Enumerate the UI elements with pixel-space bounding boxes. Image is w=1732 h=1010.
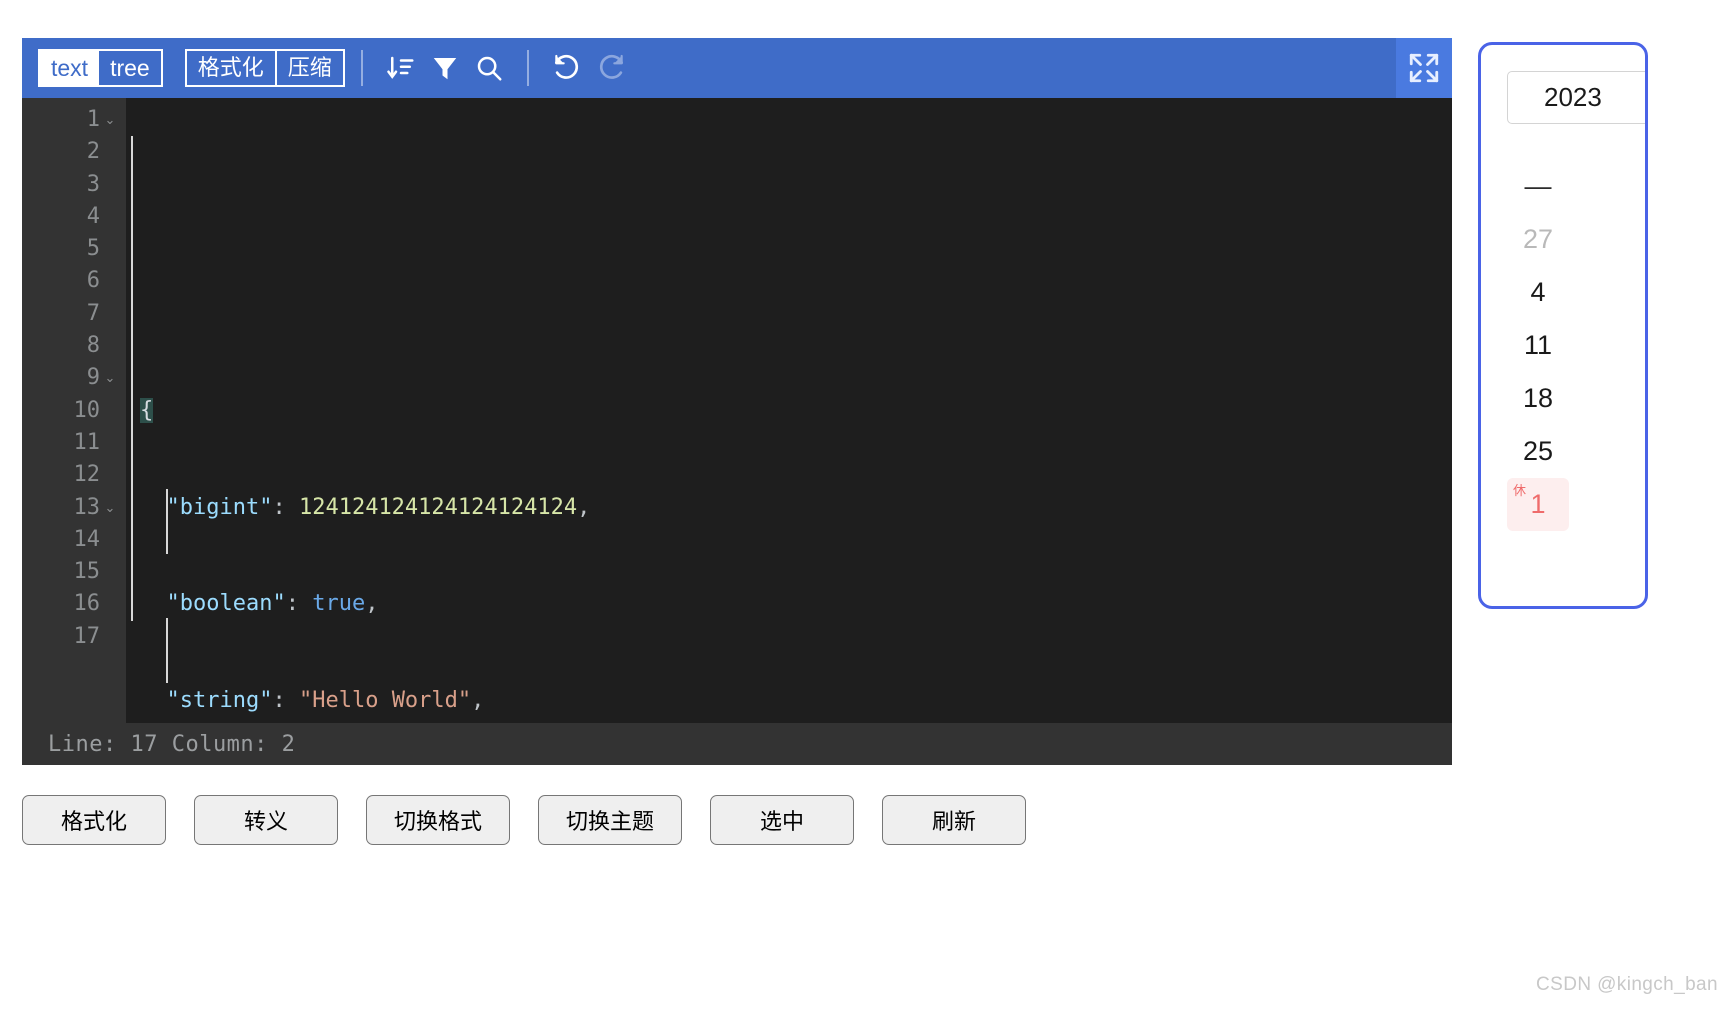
year-value: 2023 <box>1544 82 1602 112</box>
mode-tree-button[interactable]: tree <box>99 51 161 85</box>
sort-icon[interactable] <box>379 46 423 90</box>
toggle-theme-button[interactable]: 切换主题 <box>538 795 682 845</box>
code-editor-body[interactable]: 1⌄ 2⌄ 3⌄ 4⌄ 5⌄ 6⌄ 7⌄ 8⌄ 9⌄ 10⌄ 11⌄ 12⌄ 1… <box>22 98 1452 723</box>
date-cell-4[interactable]: 4 <box>1507 266 1569 319</box>
gutter-row: 14⌄ <box>22 524 126 556</box>
date-cell-18[interactable]: 18 <box>1507 372 1569 425</box>
line-number: 2 <box>86 139 100 165</box>
code-line-1: { <box>140 397 154 423</box>
indent-guide <box>166 618 168 683</box>
undo-icon[interactable] <box>545 46 589 90</box>
year-input[interactable]: 2023 <box>1507 71 1645 124</box>
search-icon[interactable] <box>467 46 511 90</box>
date-cell-25[interactable]: 25 <box>1507 425 1569 478</box>
refresh-button[interactable]: 刷新 <box>882 795 1026 845</box>
gutter-row: 4⌄ <box>22 201 126 233</box>
indent-guide <box>131 136 133 621</box>
code-line-3: "boolean": true, <box>166 591 379 617</box>
format-json-button[interactable]: 格式化 <box>187 51 275 85</box>
gutter-row: 9 ⌄ <box>22 362 126 394</box>
line-number: 14 <box>73 526 101 552</box>
line-number: 12 <box>73 462 101 488</box>
date-cell-label: 1 <box>1530 489 1546 519</box>
date-cell-1-holiday[interactable]: 休 1 <box>1507 478 1569 531</box>
line-number: 3 <box>86 171 100 197</box>
line-number: 4 <box>86 203 100 229</box>
fold-toggle-icon[interactable]: ⌄ <box>100 362 120 394</box>
date-picker-panel[interactable]: 2023 — 27 4 11 18 25 休 1 <box>1478 42 1648 609</box>
line-number: 16 <box>73 591 101 617</box>
gutter-row: 5⌄ <box>22 233 126 265</box>
select-button[interactable]: 选中 <box>710 795 854 845</box>
date-picker-inner: 2023 — 27 4 11 18 25 休 1 <box>1481 45 1645 531</box>
gutter-row: 1 ⌄ <box>22 104 126 136</box>
escape-button[interactable]: 转义 <box>194 795 338 845</box>
code-line-4: "string": "Hello World", <box>166 688 485 714</box>
date-column: — 27 4 11 18 25 休 1 <box>1507 160 1569 531</box>
line-number: 5 <box>86 236 100 262</box>
line-number: 15 <box>73 559 101 585</box>
gutter-row: 7⌄ <box>22 298 126 330</box>
filter-icon[interactable] <box>423 46 467 90</box>
compact-json-button[interactable]: 压缩 <box>277 51 343 85</box>
line-number: 9 <box>86 365 100 391</box>
code-text[interactable]: { "bigint": 124124124124124124124, "bool… <box>126 98 1452 723</box>
gutter-row: 3⌄ <box>22 169 126 201</box>
date-cell-11[interactable]: 11 <box>1507 319 1569 372</box>
format-button-group: 格式化 压缩 <box>184 49 345 87</box>
watermark: CSDN @kingch_ban <box>1536 974 1718 995</box>
gutter-row: 6⌄ <box>22 265 126 297</box>
value-bigint: 124124124124124124124 <box>298 494 578 520</box>
line-number: 8 <box>86 333 100 359</box>
gutter-row: 15⌄ <box>22 556 126 588</box>
editor-status-bar: Line: 17 Column: 2 <box>22 723 1452 765</box>
line-number: 1 <box>86 107 100 132</box>
screen: text tree 格式化 压缩 1 ⌄ 2 3 4 5 6 7 8 9 ⌄ 1… <box>0 0 1732 1010</box>
value-string: Hello World <box>312 688 458 714</box>
editor-toolbar: text tree 格式化 压缩 <box>22 38 1452 98</box>
date-cell-dash: — <box>1524 171 1552 201</box>
date-cell-27[interactable]: 27 <box>1507 213 1569 266</box>
gutter-row: 12⌄ <box>22 459 126 491</box>
json-editor-window: text tree 格式化 压缩 1 ⌄ 2 3 4 5 6 7 8 9 ⌄ 1… <box>22 38 1452 765</box>
format-button[interactable]: 格式化 <box>22 795 166 845</box>
redo-icon[interactable] <box>589 46 633 90</box>
line-number: 10 <box>73 397 101 423</box>
indent-guide <box>166 489 168 554</box>
gutter-row: 2⌄ <box>22 136 126 168</box>
gutter-row: 10⌄ <box>22 395 126 427</box>
toolbar-separator-2 <box>526 50 529 86</box>
gutter-row: 13 ⌄ <box>22 492 126 524</box>
fold-toggle-icon[interactable]: ⌄ <box>100 492 120 524</box>
holiday-badge: 休 <box>1513 483 1527 498</box>
mode-toggle-group: text tree <box>38 49 163 87</box>
value-boolean: true <box>312 591 366 617</box>
gutter-row: 17⌄ <box>22 621 126 653</box>
line-number: 17 <box>73 623 101 649</box>
line-number: 7 <box>86 300 100 326</box>
expand-icon[interactable] <box>1396 38 1452 98</box>
line-number: 6 <box>86 268 100 294</box>
line-number-gutter: 1⌄ 2⌄ 3⌄ 4⌄ 5⌄ 6⌄ 7⌄ 8⌄ 9⌄ 10⌄ 11⌄ 12⌄ 1… <box>22 98 126 723</box>
action-button-row: 格式化 转义 切换格式 切换主题 选中 刷新 <box>22 795 1026 845</box>
cursor-position-label: Line: 17 Column: 2 <box>48 731 296 757</box>
toolbar-separator-1 <box>360 50 363 86</box>
code-line-2: "bigint": 124124124124124124124, <box>166 494 591 520</box>
mode-text-button[interactable]: text <box>40 51 100 85</box>
line-number: 13 <box>73 494 101 520</box>
toggle-format-button[interactable]: 切换格式 <box>366 795 510 845</box>
line-number: 11 <box>73 429 101 455</box>
gutter-row: 8⌄ <box>22 330 126 362</box>
gutter-row: 11⌄ <box>22 427 126 459</box>
gutter-row: 16⌄ <box>22 588 126 620</box>
fold-toggle-icon[interactable]: ⌄ <box>100 104 120 136</box>
